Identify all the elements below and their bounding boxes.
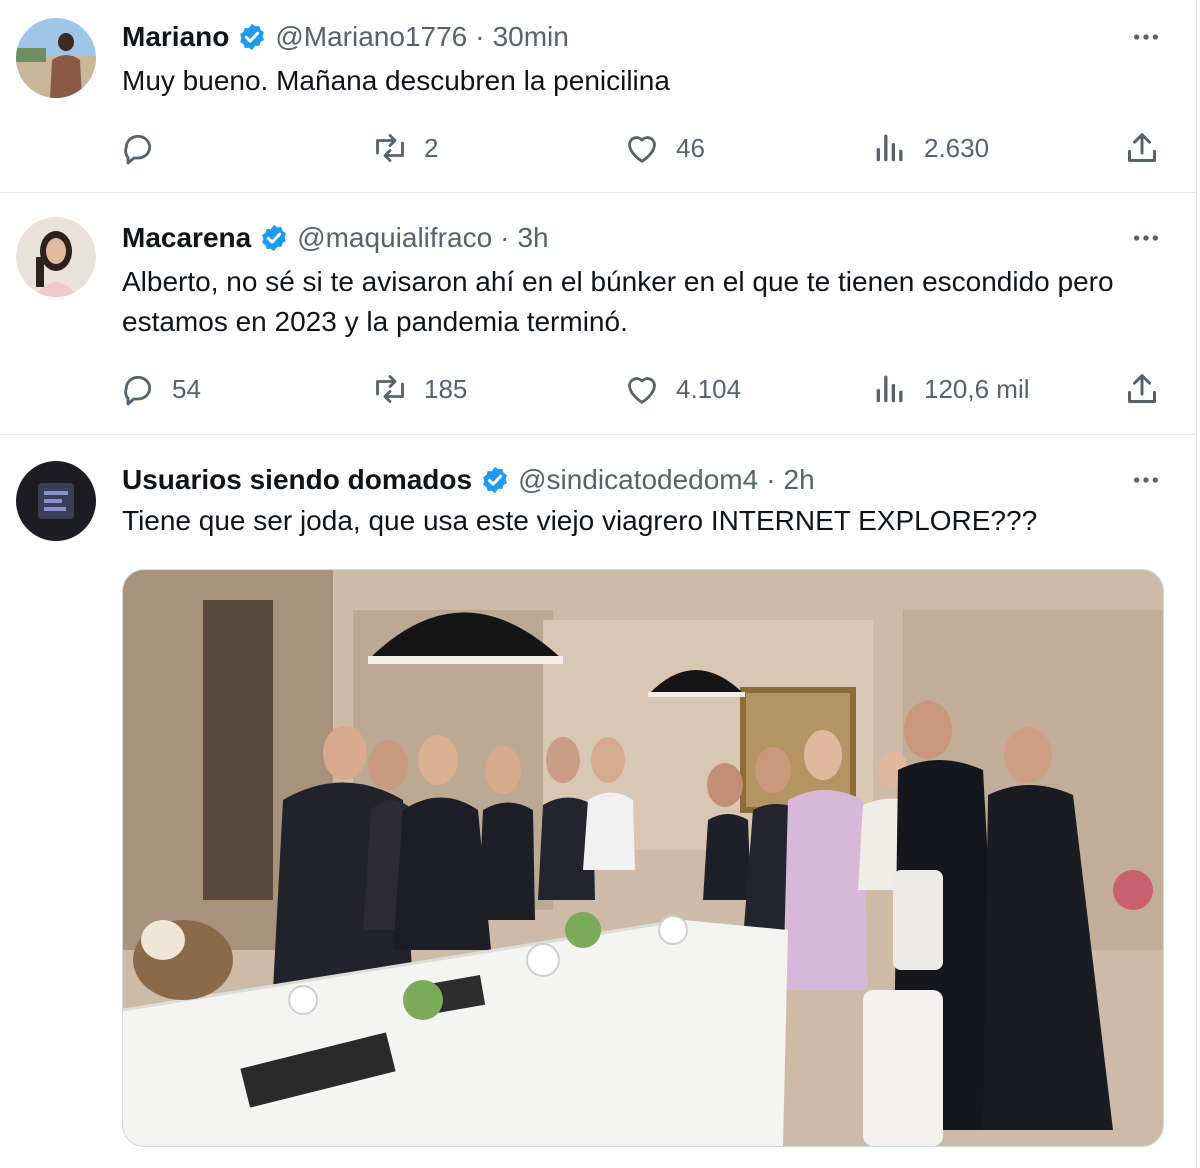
tweet-text: Muy bueno. Mañana descubren la penicilin… [122,65,670,96]
verified-badge-icon [237,22,267,52]
author-handle[interactable]: @maquialifraco [297,222,492,254]
like-button[interactable]: 46 [622,124,705,172]
reply-icon [124,375,152,406]
tweet[interactable]: Mariano @Mariano1776 · 30min Muy bueno. … [0,0,1197,193]
share-button[interactable] [1122,365,1162,413]
share-icon [1128,374,1156,403]
timestamp[interactable]: 2h [784,464,815,496]
views-chart-icon [876,375,903,403]
separator: · [766,464,776,495]
retweet-icon [376,375,404,403]
author-name[interactable]: Macarena [122,222,251,254]
more-options-icon[interactable] [1126,222,1166,254]
timeline: Mariano @Mariano1776 · 30min Muy bueno. … [0,0,1200,1168]
author-handle[interactable]: @Mariano1776 [275,21,467,53]
timestamp[interactable]: 30min [493,21,569,53]
more-options-icon[interactable] [1126,464,1166,496]
separator: · [500,222,510,253]
share-icon [1128,133,1156,162]
heart-icon [628,377,656,404]
verified-badge-icon [480,465,510,495]
reply-button[interactable] [118,124,172,172]
tweet-text: Alberto, no sé si te avisaron ahí en el … [122,266,1114,337]
avatar[interactable] [16,461,96,541]
author-name[interactable]: Usuarios siendo domados [122,464,472,496]
avatar[interactable] [16,18,96,98]
like-count: 4.104 [676,373,742,404]
tweet[interactable]: Usuarios siendo domados @sindicatodedom4… [0,435,1197,1168]
avatar[interactable] [16,217,96,297]
views-button[interactable]: 120,6 mil [870,365,1030,413]
retweet-button[interactable]: 2 [370,124,438,172]
tweet-actions: 2 46 2.630 [118,124,1168,172]
retweet-count: 185 [424,373,468,404]
tweet-header: Macarena @maquialifraco · 3h [122,218,1166,258]
like-button[interactable]: 4.104 [622,365,741,413]
tweet-actions: 54 185 4.104 120,6 mil [118,365,1168,413]
tweet-header: Usuarios siendo domados @sindicatodedom4… [122,460,1166,500]
views-button[interactable]: 2.630 [870,124,989,172]
tweet[interactable]: Macarena @maquialifraco · 3h Alberto, no… [0,193,1197,435]
reply-button[interactable]: 54 [118,365,201,413]
reply-icon [124,134,152,165]
heart-icon [628,136,656,163]
author-handle[interactable]: @sindicatodedom4 [518,464,758,496]
timestamp[interactable]: 3h [517,222,548,254]
views-count: 2.630 [924,132,990,163]
retweet-icon [376,134,404,162]
tweet-photo[interactable] [122,569,1164,1147]
share-button[interactable] [1122,124,1162,172]
verified-badge-icon [259,223,289,253]
author-name[interactable]: Mariano [122,21,229,53]
tweet-text: Tiene que ser joda, que usa este viejo v… [122,505,1038,536]
tweet-header: Mariano @Mariano1776 · 30min [122,17,1166,57]
more-options-icon[interactable] [1126,21,1166,53]
retweet-count: 2 [424,132,439,163]
views-chart-icon [876,134,903,162]
views-count: 120,6 mil [924,373,1030,404]
retweet-button[interactable]: 185 [370,365,467,413]
like-count: 46 [676,132,705,163]
reply-count: 54 [172,373,201,404]
separator: · [475,21,485,52]
